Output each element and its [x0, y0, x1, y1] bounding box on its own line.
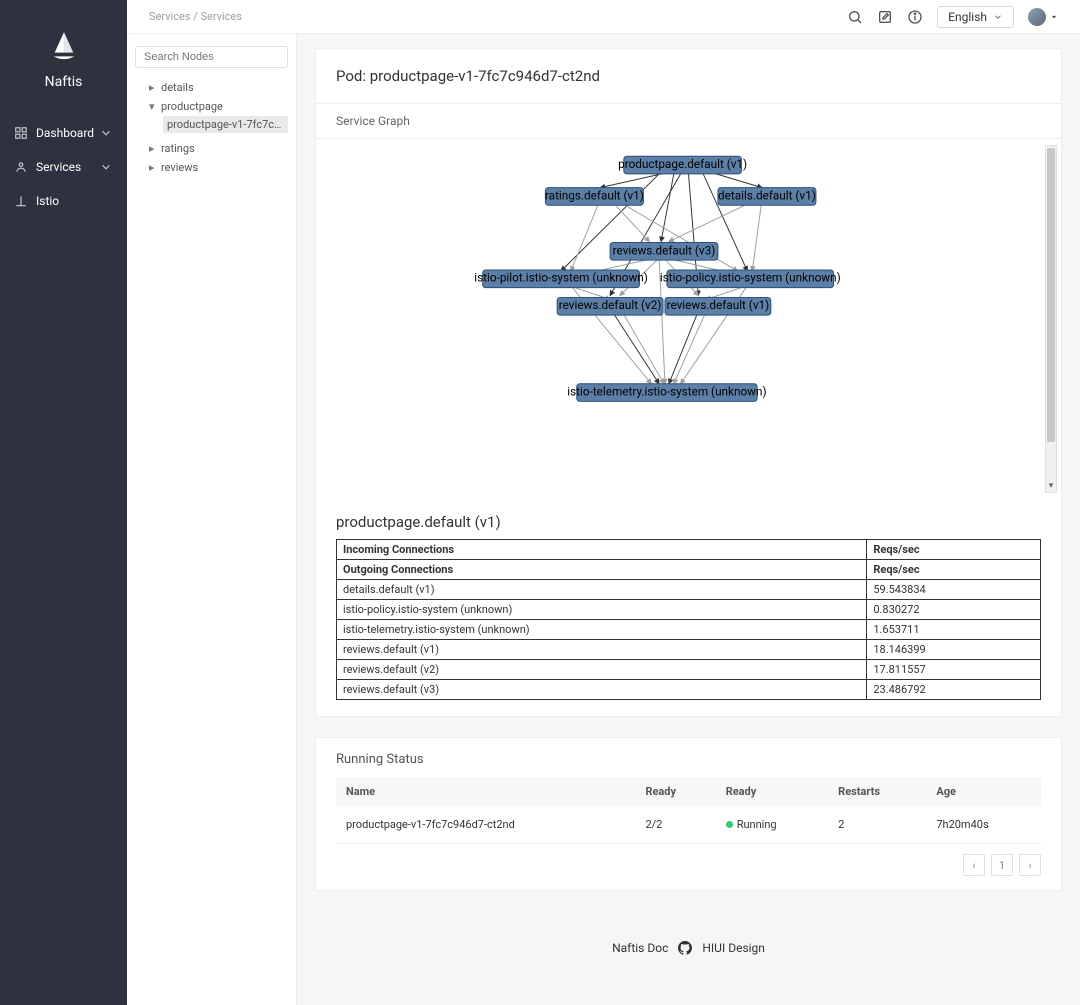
tree-ratings-label: ratings	[161, 142, 195, 155]
nav-services[interactable]: Services	[0, 150, 127, 184]
status-dot-icon	[726, 821, 733, 828]
node-policy[interactable]: istio-policy.istio-system (unknown)	[660, 271, 841, 285]
cell-name: productpage-v1-7fc7c946d7-ct2nd	[336, 806, 635, 844]
scroll-down-button[interactable]: ▾	[1046, 480, 1056, 492]
chevron-down-icon	[99, 160, 113, 174]
chevron-down-icon	[99, 126, 113, 140]
language-label: English	[948, 10, 987, 24]
github-icon[interactable]	[678, 941, 692, 955]
table-row: reviews.default (v3)23.486792	[337, 680, 1041, 700]
info-icon[interactable]	[907, 9, 923, 25]
col-restarts: Restarts	[828, 777, 926, 806]
col-reqs: Reqs/sec	[867, 540, 1041, 560]
status-table: Name Ready Ready Restarts Age productpag…	[336, 777, 1041, 844]
tree-productpage[interactable]: ▾productpage productpage-v1-7fc7c946...	[149, 97, 288, 139]
col-name: Name	[336, 777, 635, 806]
tree-reviews[interactable]: ▸reviews	[149, 158, 288, 177]
col-incoming: Incoming Connections	[337, 540, 867, 560]
scroll-thumb[interactable]	[1047, 148, 1055, 442]
node-telemetry[interactable]: istio-telemetry.istio-system (unknown)	[567, 384, 766, 398]
sidebar: Naftis Dashboard Services Istio	[0, 0, 127, 1005]
node-reviews-v3[interactable]: reviews.default (v3)	[613, 243, 716, 257]
cell-age: 7h20m40s	[926, 806, 1041, 844]
col-reqs2: Reqs/sec	[867, 560, 1041, 580]
table-row: istio-telemetry.istio-system (unknown)1.…	[337, 620, 1041, 640]
chevron-down-icon	[993, 12, 1003, 22]
services-icon	[14, 160, 28, 174]
nav-dashboard-label: Dashboard	[36, 126, 94, 140]
col-ready2: Ready	[716, 777, 828, 806]
search-input[interactable]	[135, 46, 288, 68]
status-card: Running Status Name Ready Ready Restarts…	[315, 737, 1062, 891]
node-reviews-v1[interactable]: reviews.default (v1)	[667, 298, 770, 312]
cell-state: Running	[716, 806, 828, 844]
topbar: Services / Services English	[127, 0, 1080, 34]
brand-name: Naftis	[45, 74, 83, 90]
dashboard-icon	[14, 126, 28, 140]
footer-design-link[interactable]: HIUI Design	[702, 941, 765, 955]
table-row: productpage-v1-7fc7c946d7-ct2nd 2/2 Runn…	[336, 806, 1041, 844]
tree-productpage-label: productpage	[161, 100, 223, 113]
col-outgoing: Outgoing Connections	[337, 560, 867, 580]
cell-state-label: Running	[737, 818, 777, 831]
breadcrumb: Services / Services	[149, 10, 242, 23]
cell-restarts: 2	[828, 806, 926, 844]
user-menu[interactable]	[1028, 8, 1058, 26]
node-reviews-v2[interactable]: reviews.default (v2)	[559, 298, 662, 312]
nav-istio[interactable]: Istio	[0, 184, 127, 218]
caret-down-icon	[1050, 13, 1058, 21]
status-title: Running Status	[316, 738, 1061, 777]
nav-services-label: Services	[36, 160, 81, 174]
table-row: istio-policy.istio-system (unknown)0.830…	[337, 600, 1041, 620]
cell-ready: 2/2	[635, 806, 715, 844]
col-age: Age	[926, 777, 1041, 806]
logo	[50, 30, 78, 64]
table-row: details.default (v1)59.543834	[337, 580, 1041, 600]
tree-details[interactable]: ▸details	[149, 78, 288, 97]
language-select[interactable]: English	[937, 6, 1014, 28]
tree-reviews-label: reviews	[161, 161, 198, 174]
footer: Naftis Doc HIUI Design	[315, 941, 1062, 975]
tree-productpage-pod[interactable]: productpage-v1-7fc7c946...	[163, 116, 288, 133]
table-row: reviews.default (v1)18.146399	[337, 640, 1041, 660]
pager-next[interactable]: ›	[1019, 854, 1041, 876]
table-row: reviews.default (v2)17.811557	[337, 660, 1041, 680]
graph-scrollbar[interactable]: ▴ ▾	[1045, 145, 1057, 493]
connections-table: Incoming ConnectionsReqs/sec Outgoing Co…	[336, 539, 1041, 700]
nav-istio-label: Istio	[36, 194, 59, 208]
avatar	[1028, 8, 1046, 26]
istio-icon	[14, 194, 28, 208]
node-pilot[interactable]: istio-pilot.istio-system (unknown)	[474, 271, 648, 285]
service-graph[interactable]: productpage.default (v1) ratings.default…	[316, 139, 1061, 499]
graph-title: Service Graph	[316, 104, 1061, 139]
col-ready: Ready	[635, 777, 715, 806]
edit-icon[interactable]	[877, 9, 893, 25]
nav-dashboard[interactable]: Dashboard	[0, 116, 127, 150]
pager-page[interactable]: 1	[991, 854, 1013, 876]
tree-details-label: details	[161, 81, 194, 94]
pager-prev[interactable]: ‹	[963, 854, 985, 876]
pod-card: Pod: productpage-v1-7fc7c946d7-ct2nd Ser…	[315, 48, 1062, 717]
tree-ratings[interactable]: ▸ratings	[149, 139, 288, 158]
node-productpage[interactable]: productpage.default (v1)	[618, 157, 747, 171]
node-details[interactable]: details.default (v1)	[718, 188, 816, 202]
tree-pane: ▸details ▾productpage productpage-v1-7fc…	[127, 34, 297, 1005]
conn-section-title: productpage.default (v1)	[316, 499, 1061, 539]
node-ratings[interactable]: ratings.default (v1)	[545, 188, 644, 202]
search-icon[interactable]	[847, 9, 863, 25]
pod-title: Pod: productpage-v1-7fc7c946d7-ct2nd	[316, 49, 1061, 104]
footer-doc-link[interactable]: Naftis Doc	[612, 941, 668, 955]
